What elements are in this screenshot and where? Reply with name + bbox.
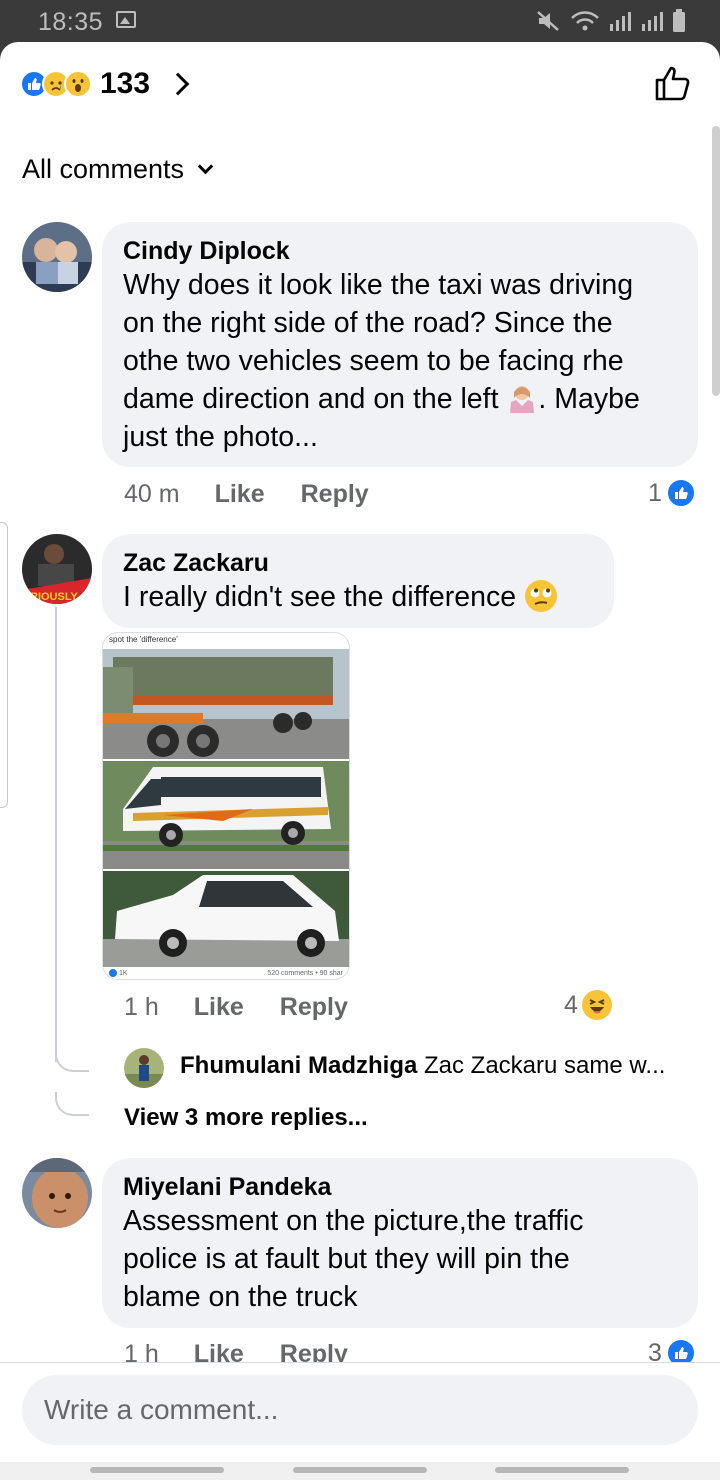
reaction-count: 4 <box>564 990 578 1019</box>
thread-connector <box>55 1042 89 1072</box>
like-button[interactable]: Like <box>215 480 265 509</box>
chevron-down-icon <box>197 158 214 175</box>
comment-text-line: police is at fault but they will pin the <box>123 1243 570 1275</box>
reply-button[interactable]: Reply <box>301 480 369 509</box>
mute-icon <box>536 10 562 37</box>
comment-text: Assessment on the picture,the traffic po… <box>123 1202 678 1316</box>
comment-author[interactable]: Cindy Diplock <box>123 236 678 266</box>
wifi-icon <box>570 10 600 37</box>
reaction-total: 133 <box>100 67 151 100</box>
signal-2-icon <box>640 10 664 37</box>
reply-preview[interactable]: Fhumulani Madzhiga Zac Zackaru same w... <box>180 1052 665 1080</box>
like-icon <box>665 478 696 508</box>
filter-label: All comments <box>22 154 185 184</box>
avatar[interactable] <box>22 222 92 292</box>
comment-bubble[interactable]: Cindy Diplock Why does it look like the … <box>102 222 698 467</box>
side-panel-edge <box>0 522 8 808</box>
comment-text-line: on the right side of the road? Since the <box>123 307 613 339</box>
attachment-reactions: 1K <box>119 969 128 977</box>
comment-image-attachment[interactable]: spot the 'difference' 1K 520 comments • … <box>102 632 350 980</box>
comment-text-line: othe two vehicles seem to be facing rhe <box>123 345 624 377</box>
comment-text-line: just the photo... <box>123 421 318 453</box>
comment-text-line: blame on the truck <box>123 1281 358 1313</box>
comment-reaction-count[interactable]: 1 <box>648 478 696 508</box>
woman-shrugging-emoji-icon <box>506 383 538 415</box>
face-with-rolling-eyes-emoji-icon <box>524 580 558 613</box>
attachment-photo <box>103 649 349 967</box>
write-comment-input[interactable]: Write a comment... <box>22 1375 698 1445</box>
status-bar: 18:35 <box>0 0 720 42</box>
comment-time: 1 h <box>124 993 159 1021</box>
comment-text: Why does it look like the taxi was drivi… <box>123 266 678 456</box>
nav-recents-handle[interactable] <box>90 1467 224 1473</box>
comment-time: 40 m <box>124 480 180 508</box>
comment-text-line: Assessment on the picture,the traffic <box>123 1205 584 1237</box>
gallery-notification-icon <box>116 11 136 28</box>
comment-reaction-count[interactable]: 4 <box>564 990 612 1020</box>
wow-icon <box>64 70 92 98</box>
scrollbar[interactable] <box>712 126 720 396</box>
comment-author[interactable]: Zac Zackaru <box>123 548 594 578</box>
avatar[interactable]: RIOUSLY <box>22 534 92 604</box>
reaction-count: 1 <box>648 478 662 507</box>
status-icons <box>536 9 686 38</box>
reply-text: Zac Zackaru same w... <box>424 1052 666 1079</box>
comment-meta: 40 m Like Reply <box>124 480 369 509</box>
comment-bubble[interactable]: Zac Zackaru I really didn't see the diff… <box>102 534 614 628</box>
comment-author[interactable]: Miyelani Pandeka <box>123 1172 678 1202</box>
status-time: 18:35 <box>38 8 104 36</box>
reply-button[interactable]: Reply <box>280 993 348 1022</box>
attachment-caption: spot the 'difference' <box>109 635 178 644</box>
comments-sheet: 133 All comments Cindy Diplock Why does … <box>0 42 720 1480</box>
signal-1-icon <box>608 10 632 37</box>
reactions-summary[interactable]: 133 <box>20 66 190 102</box>
chevron-right-icon <box>166 72 190 96</box>
comment-bubble[interactable]: Miyelani Pandeka Assessment on the pictu… <box>102 1158 698 1328</box>
comment-text-line: dame direction and on the left . Maybe <box>123 383 640 415</box>
comment-text-line: Why does it look like the taxi was drivi… <box>123 269 634 301</box>
like-button[interactable]: Like <box>194 993 244 1022</box>
nav-home-handle[interactable] <box>293 1467 427 1473</box>
thread-connector <box>55 1092 89 1116</box>
thread-line <box>55 607 57 1062</box>
attachment-footer-right: 520 comments • 90 shar <box>267 970 343 977</box>
attachment-footer-left: 1K <box>109 969 128 977</box>
comment-text: I really didn't see the difference <box>123 578 594 616</box>
reply-author[interactable]: Fhumulani Madzhiga <box>180 1052 417 1079</box>
avatar[interactable] <box>22 1158 92 1228</box>
view-more-replies-link[interactable]: View 3 more replies... <box>124 1104 368 1132</box>
system-nav-bar <box>0 1462 720 1480</box>
comment-filter-dropdown[interactable]: All comments <box>22 154 214 185</box>
haha-icon <box>581 990 612 1020</box>
comment-meta: 1 h Like Reply <box>124 993 348 1022</box>
svg-text:RIOUSLY: RIOUSLY <box>30 591 79 603</box>
like-outline-icon[interactable] <box>654 64 692 102</box>
avatar[interactable] <box>124 1048 164 1088</box>
nav-back-handle[interactable] <box>495 1467 629 1473</box>
battery-icon <box>672 9 686 38</box>
like-icon <box>109 969 117 977</box>
